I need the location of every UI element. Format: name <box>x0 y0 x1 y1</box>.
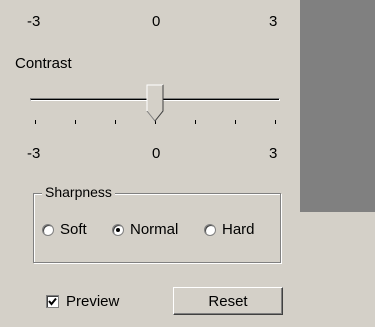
checkbox-box <box>46 295 59 308</box>
contrast-mid-label: 0 <box>152 145 161 162</box>
sharpness-normal-radio[interactable]: Normal <box>112 221 178 238</box>
checkmark-icon <box>48 297 57 306</box>
contrast-tick <box>195 120 196 124</box>
contrast-slider-thumb[interactable] <box>146 84 164 122</box>
reset-button[interactable]: Reset <box>173 287 283 315</box>
contrast-max-label: 3 <box>269 145 278 162</box>
preview-label: Preview <box>66 293 120 310</box>
preview-checkbox[interactable]: Preview <box>46 293 119 310</box>
sharpness-legend: Sharpness <box>42 185 115 199</box>
contrast-tick <box>235 120 236 124</box>
top-scale-max-label: 3 <box>269 13 278 30</box>
top-scale-mid-label: 0 <box>152 13 161 30</box>
radio-circle-icon <box>204 223 216 236</box>
sharpness-soft-radio[interactable]: Soft <box>42 221 87 238</box>
sharpness-normal-label: Normal <box>130 221 179 238</box>
top-scale-min-label: -3 <box>27 13 41 30</box>
contrast-label: Contrast <box>15 55 72 72</box>
sharpness-hard-radio[interactable]: Hard <box>204 221 255 238</box>
sharpness-soft-label: Soft <box>60 221 87 238</box>
contrast-min-label: -3 <box>27 145 41 162</box>
dialog-background <box>300 212 375 327</box>
radio-circle-icon <box>42 223 54 236</box>
sharpness-hard-label: Hard <box>222 221 255 238</box>
contrast-tick <box>75 120 76 124</box>
contrast-tick <box>115 120 116 124</box>
contrast-tick <box>275 120 276 124</box>
image-preview-area <box>300 0 375 212</box>
contrast-tick <box>35 120 36 124</box>
image-adjust-panel <box>0 0 300 327</box>
radio-dot-icon <box>116 227 120 232</box>
radio-circle-icon <box>112 223 124 236</box>
